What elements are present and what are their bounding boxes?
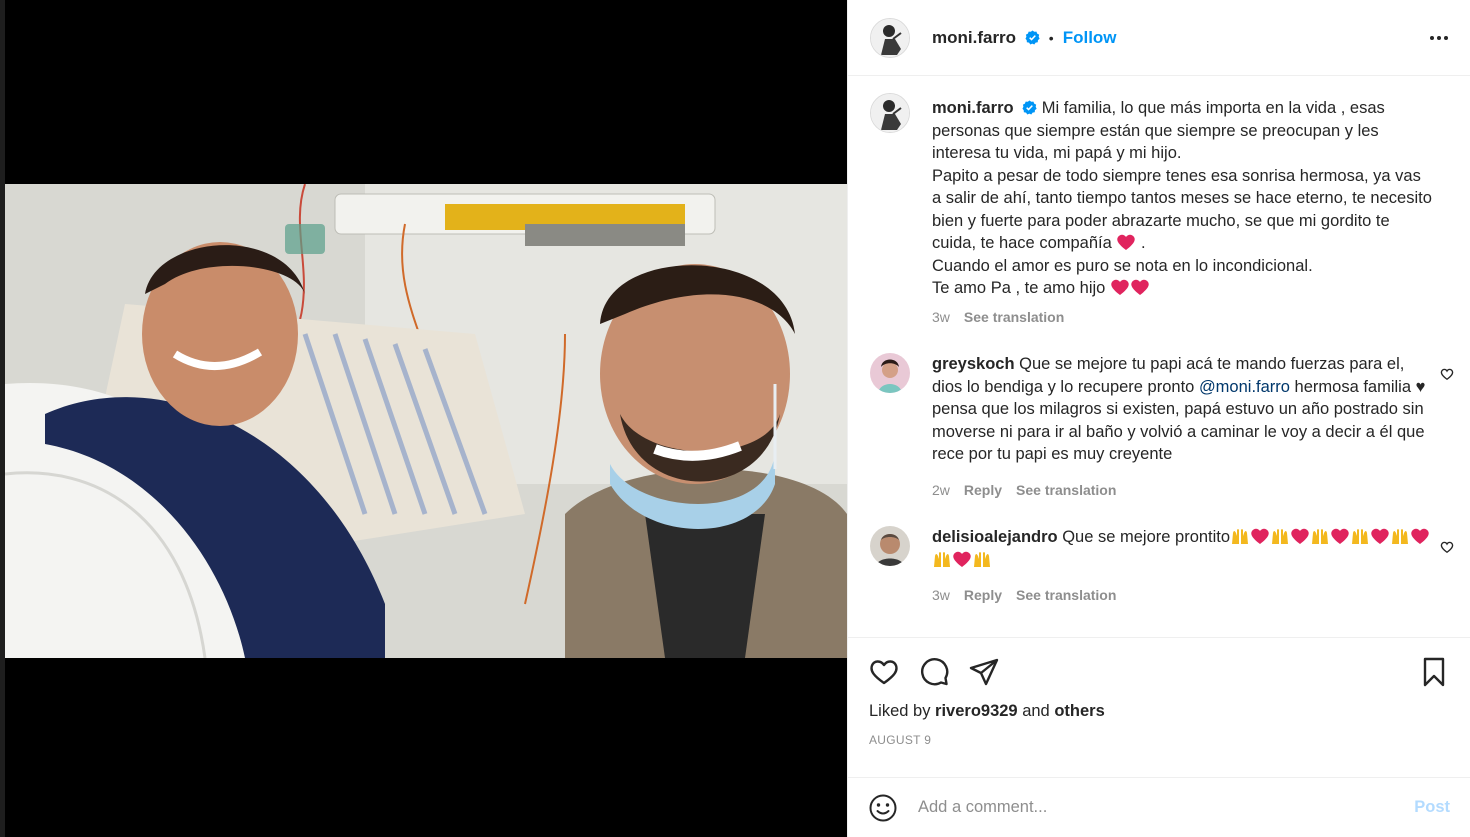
raised-hands-icon: [1232, 529, 1249, 544]
raised-hands-icon: [1352, 529, 1369, 544]
raised-hands-icon: [974, 551, 990, 567]
liker-username[interactable]: rivero9329: [935, 702, 1018, 720]
caption-avatar[interactable]: [870, 93, 910, 133]
caption-period: .: [1136, 234, 1146, 252]
verified-badge-icon: [1025, 29, 1040, 44]
heart-icon[interactable]: [868, 656, 900, 688]
caption-line: Te amo Pa , te amo hijo: [932, 279, 1106, 297]
avatar-image: [870, 526, 910, 566]
likes-prefix: Liked by: [869, 702, 936, 720]
post-media[interactable]: [5, 0, 847, 837]
post-photo[interactable]: [5, 184, 847, 658]
see-translation-link[interactable]: See translation: [964, 306, 1064, 329]
post-details-panel: moni.farro • Follow moni.farro Mi famili…: [847, 0, 1470, 837]
comment-username[interactable]: greyskoch: [932, 355, 1015, 373]
red-heart-icon: [1371, 528, 1389, 544]
post-date[interactable]: AUGUST 9: [848, 721, 1470, 747]
raised-hands-icon: [1392, 529, 1409, 544]
reply-button[interactable]: Reply: [964, 479, 1002, 502]
likes-others-link[interactable]: others: [1054, 702, 1104, 720]
comment-body: delisioalejandro Que se mejore prontito …: [932, 526, 1448, 607]
red-heart-icon: [1331, 528, 1349, 544]
mention-link[interactable]: @moni.farro: [1199, 378, 1290, 396]
comment-like-heart-icon[interactable]: [1440, 540, 1454, 554]
author-username-text[interactable]: moni.farro: [932, 28, 1016, 47]
red-heart-icon: [1291, 528, 1309, 544]
likes-summary: Liked by rivero9329 and others: [848, 688, 1470, 721]
hospital-selfie-image: [5, 184, 847, 658]
caption-meta: 3w See translation: [932, 306, 1434, 329]
comment-username[interactable]: delisioalejandro: [932, 528, 1058, 546]
red-heart-icon: [1251, 528, 1269, 544]
share-icon[interactable]: [968, 656, 1000, 688]
timestamp[interactable]: 2w: [932, 479, 950, 502]
comment-text: Que se mejore prontito: [1062, 528, 1231, 546]
avatar-image: [871, 94, 909, 132]
caption-username[interactable]: moni.farro: [932, 99, 1014, 117]
post-actions: Liked by rivero9329 and others AUGUST 9: [848, 637, 1470, 777]
more-options-icon[interactable]: [1430, 35, 1448, 40]
commenter-avatar[interactable]: [870, 353, 910, 393]
reply-button[interactable]: Reply: [964, 584, 1002, 607]
caption-body: moni.farro Mi familia, lo que más import…: [932, 97, 1448, 328]
caption-text: Mi familia, lo que más importa en la vid…: [932, 99, 1432, 252]
comment-icon[interactable]: [918, 656, 950, 688]
timestamp[interactable]: 3w: [932, 306, 950, 329]
comment-input[interactable]: [918, 798, 1415, 817]
caption: moni.farro Mi familia, lo que más import…: [848, 93, 1470, 328]
comments-section[interactable]: moni.farro Mi familia, lo que más import…: [848, 76, 1470, 637]
comment-item: greyskoch Que se mejore tu papi acá te m…: [848, 353, 1470, 501]
bookmark-icon[interactable]: [1418, 656, 1450, 688]
author-username[interactable]: moni.farro: [932, 28, 1040, 48]
comment-body: greyskoch Que se mejore tu papi acá te m…: [932, 353, 1448, 501]
red-heart-icon: [1131, 279, 1149, 295]
action-icons-row: [848, 638, 1470, 688]
author-avatar[interactable]: [870, 17, 910, 58]
raised-hands-icon: [1272, 529, 1289, 544]
timestamp[interactable]: 3w: [932, 584, 950, 607]
verified-badge-icon: [1022, 100, 1037, 115]
raised-hands-icon: [934, 551, 950, 567]
comment-composer: Post: [848, 777, 1470, 837]
caption-final-line: Te amo Pa , te amo hijo: [932, 277, 1434, 300]
commenter-avatar[interactable]: [870, 526, 910, 566]
smile-icon[interactable]: [868, 793, 898, 823]
comment-meta: 3w Reply See translation: [932, 584, 1434, 607]
caption-line: Cuando el amor es puro se nota en lo inc…: [932, 256, 1313, 275]
red-heart-icon: [1111, 279, 1129, 295]
red-heart-icon: [953, 551, 971, 567]
comment-meta: 2w Reply See translation: [932, 479, 1434, 502]
follow-button[interactable]: Follow: [1063, 28, 1117, 48]
red-heart-icon: [1411, 528, 1429, 544]
comment-like-heart-icon[interactable]: [1440, 367, 1454, 381]
post-header: moni.farro • Follow: [848, 0, 1470, 76]
likes-and: and: [1017, 702, 1055, 720]
separator-dot: •: [1048, 29, 1054, 46]
post-comment-button[interactable]: Post: [1414, 798, 1450, 817]
avatar-image: [871, 18, 909, 57]
see-translation-link[interactable]: See translation: [1016, 584, 1116, 607]
comment-item: delisioalejandro Que se mejore prontito …: [848, 526, 1470, 607]
see-translation-link[interactable]: See translation: [1016, 479, 1116, 502]
red-heart-icon: [1117, 234, 1136, 250]
raised-hands-icon: [1312, 529, 1329, 544]
avatar-image: [870, 353, 910, 393]
